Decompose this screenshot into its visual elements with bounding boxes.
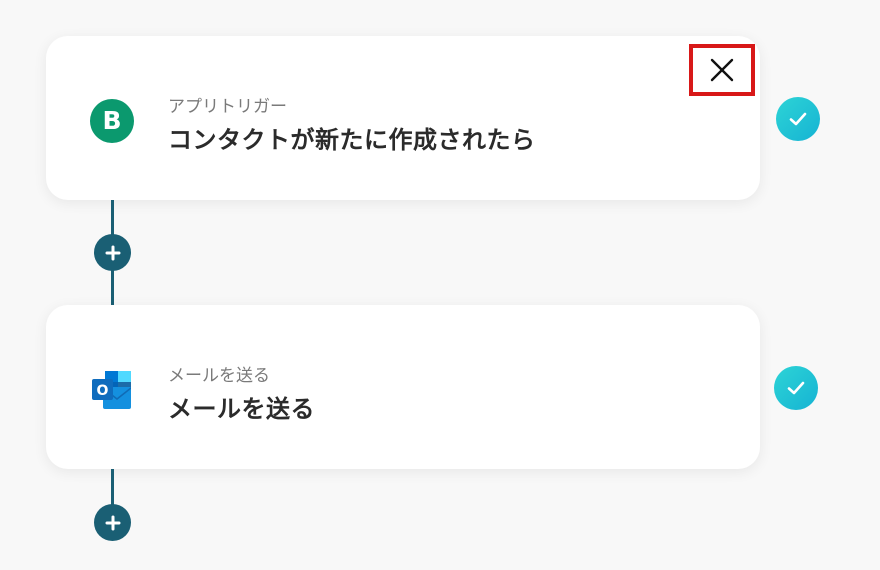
close-icon	[710, 58, 734, 82]
step-subtitle: メールを送る	[168, 366, 270, 386]
outlook-logo-icon: O	[89, 367, 135, 413]
step-complete-check-icon	[776, 97, 820, 141]
plus-icon	[105, 515, 120, 530]
brevo-logo-icon: B	[89, 98, 135, 144]
svg-text:B: B	[102, 106, 121, 135]
close-button[interactable]	[689, 44, 755, 96]
add-step-button[interactable]	[94, 234, 131, 271]
step-title: メールを送る	[168, 395, 315, 423]
step-card-action[interactable]: O メールを送る メールを送る	[46, 305, 760, 469]
step-card-trigger[interactable]: B アプリトリガー コンタクトが新たに作成されたら	[46, 36, 760, 200]
step-title: コンタクトが新たに作成されたら	[168, 126, 536, 154]
step-subtitle: アプリトリガー	[168, 97, 287, 117]
add-step-button[interactable]	[94, 504, 131, 541]
step-complete-check-icon	[774, 366, 818, 410]
flow-connector	[111, 469, 114, 509]
plus-icon	[105, 245, 120, 260]
svg-text:O: O	[97, 383, 109, 399]
